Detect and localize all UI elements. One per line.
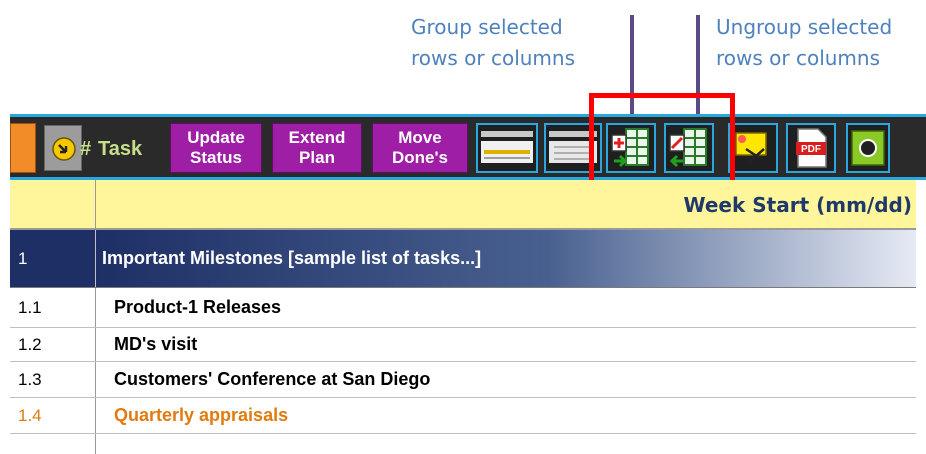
table-row[interactable]: 1.2 MD's visit — [10, 328, 916, 362]
ungroup-callout-label: Ungroup selected rows or columns — [716, 15, 893, 70]
ribbon-toolbar: # Task Update Status Extend Plan Move Do… — [10, 114, 926, 180]
table-row[interactable] — [10, 434, 916, 454]
row-task-cell: Quarterly appraisals — [114, 405, 289, 425]
row-task-cell — [96, 434, 916, 454]
group-callout-label: Group selected rows or columns — [411, 15, 576, 70]
extend-plan-button[interactable]: Extend Plan — [272, 123, 362, 173]
arrow-icon[interactable] — [44, 125, 82, 171]
export-pdf-icon[interactable]: PDF — [786, 123, 836, 173]
week-start-header: Week Start (mm/dd) — [683, 193, 913, 217]
row-task-cell: MD's visit — [114, 334, 198, 354]
row-id-cell: 1.2 — [10, 328, 96, 361]
row-id-cell: 1.4 — [10, 398, 96, 433]
table-row[interactable]: 1.1 Product-1 Releases — [10, 288, 916, 328]
move-dones-button[interactable]: Move Done's — [372, 123, 468, 173]
clear-highlight-icon[interactable] — [728, 123, 778, 173]
pdf-icon-label: PDF — [801, 144, 821, 155]
row-task-cell: Customers' Conference at San Diego — [114, 369, 431, 389]
table-row[interactable]: 1.3 Customers' Conference at San Diego — [10, 362, 916, 398]
table-row[interactable]: 1 Important Milestones [sample list of t… — [10, 230, 916, 288]
row-id-cell — [10, 434, 96, 454]
row-id-cell: 1.3 — [10, 362, 96, 397]
task-column-label: Task — [98, 138, 143, 160]
row-task-cell: Product-1 Releases — [114, 297, 282, 317]
row-id-cell: 1.1 — [10, 288, 96, 327]
hash-label: # — [80, 138, 92, 160]
row-task-cell: Important Milestones [sample list of tas… — [96, 230, 916, 287]
timeline-expand-icon[interactable] — [476, 123, 538, 173]
row-id-cell: 1 — [10, 230, 96, 287]
table-row[interactable]: 1.4 Quarterly appraisals — [10, 398, 916, 434]
week-start-header-row: Week Start (mm/dd) — [10, 180, 916, 230]
snapshot-icon[interactable] — [846, 123, 890, 173]
id-header-cell — [10, 180, 96, 228]
update-status-button[interactable]: Update Status — [170, 123, 262, 173]
orange-handle[interactable] — [10, 123, 36, 173]
